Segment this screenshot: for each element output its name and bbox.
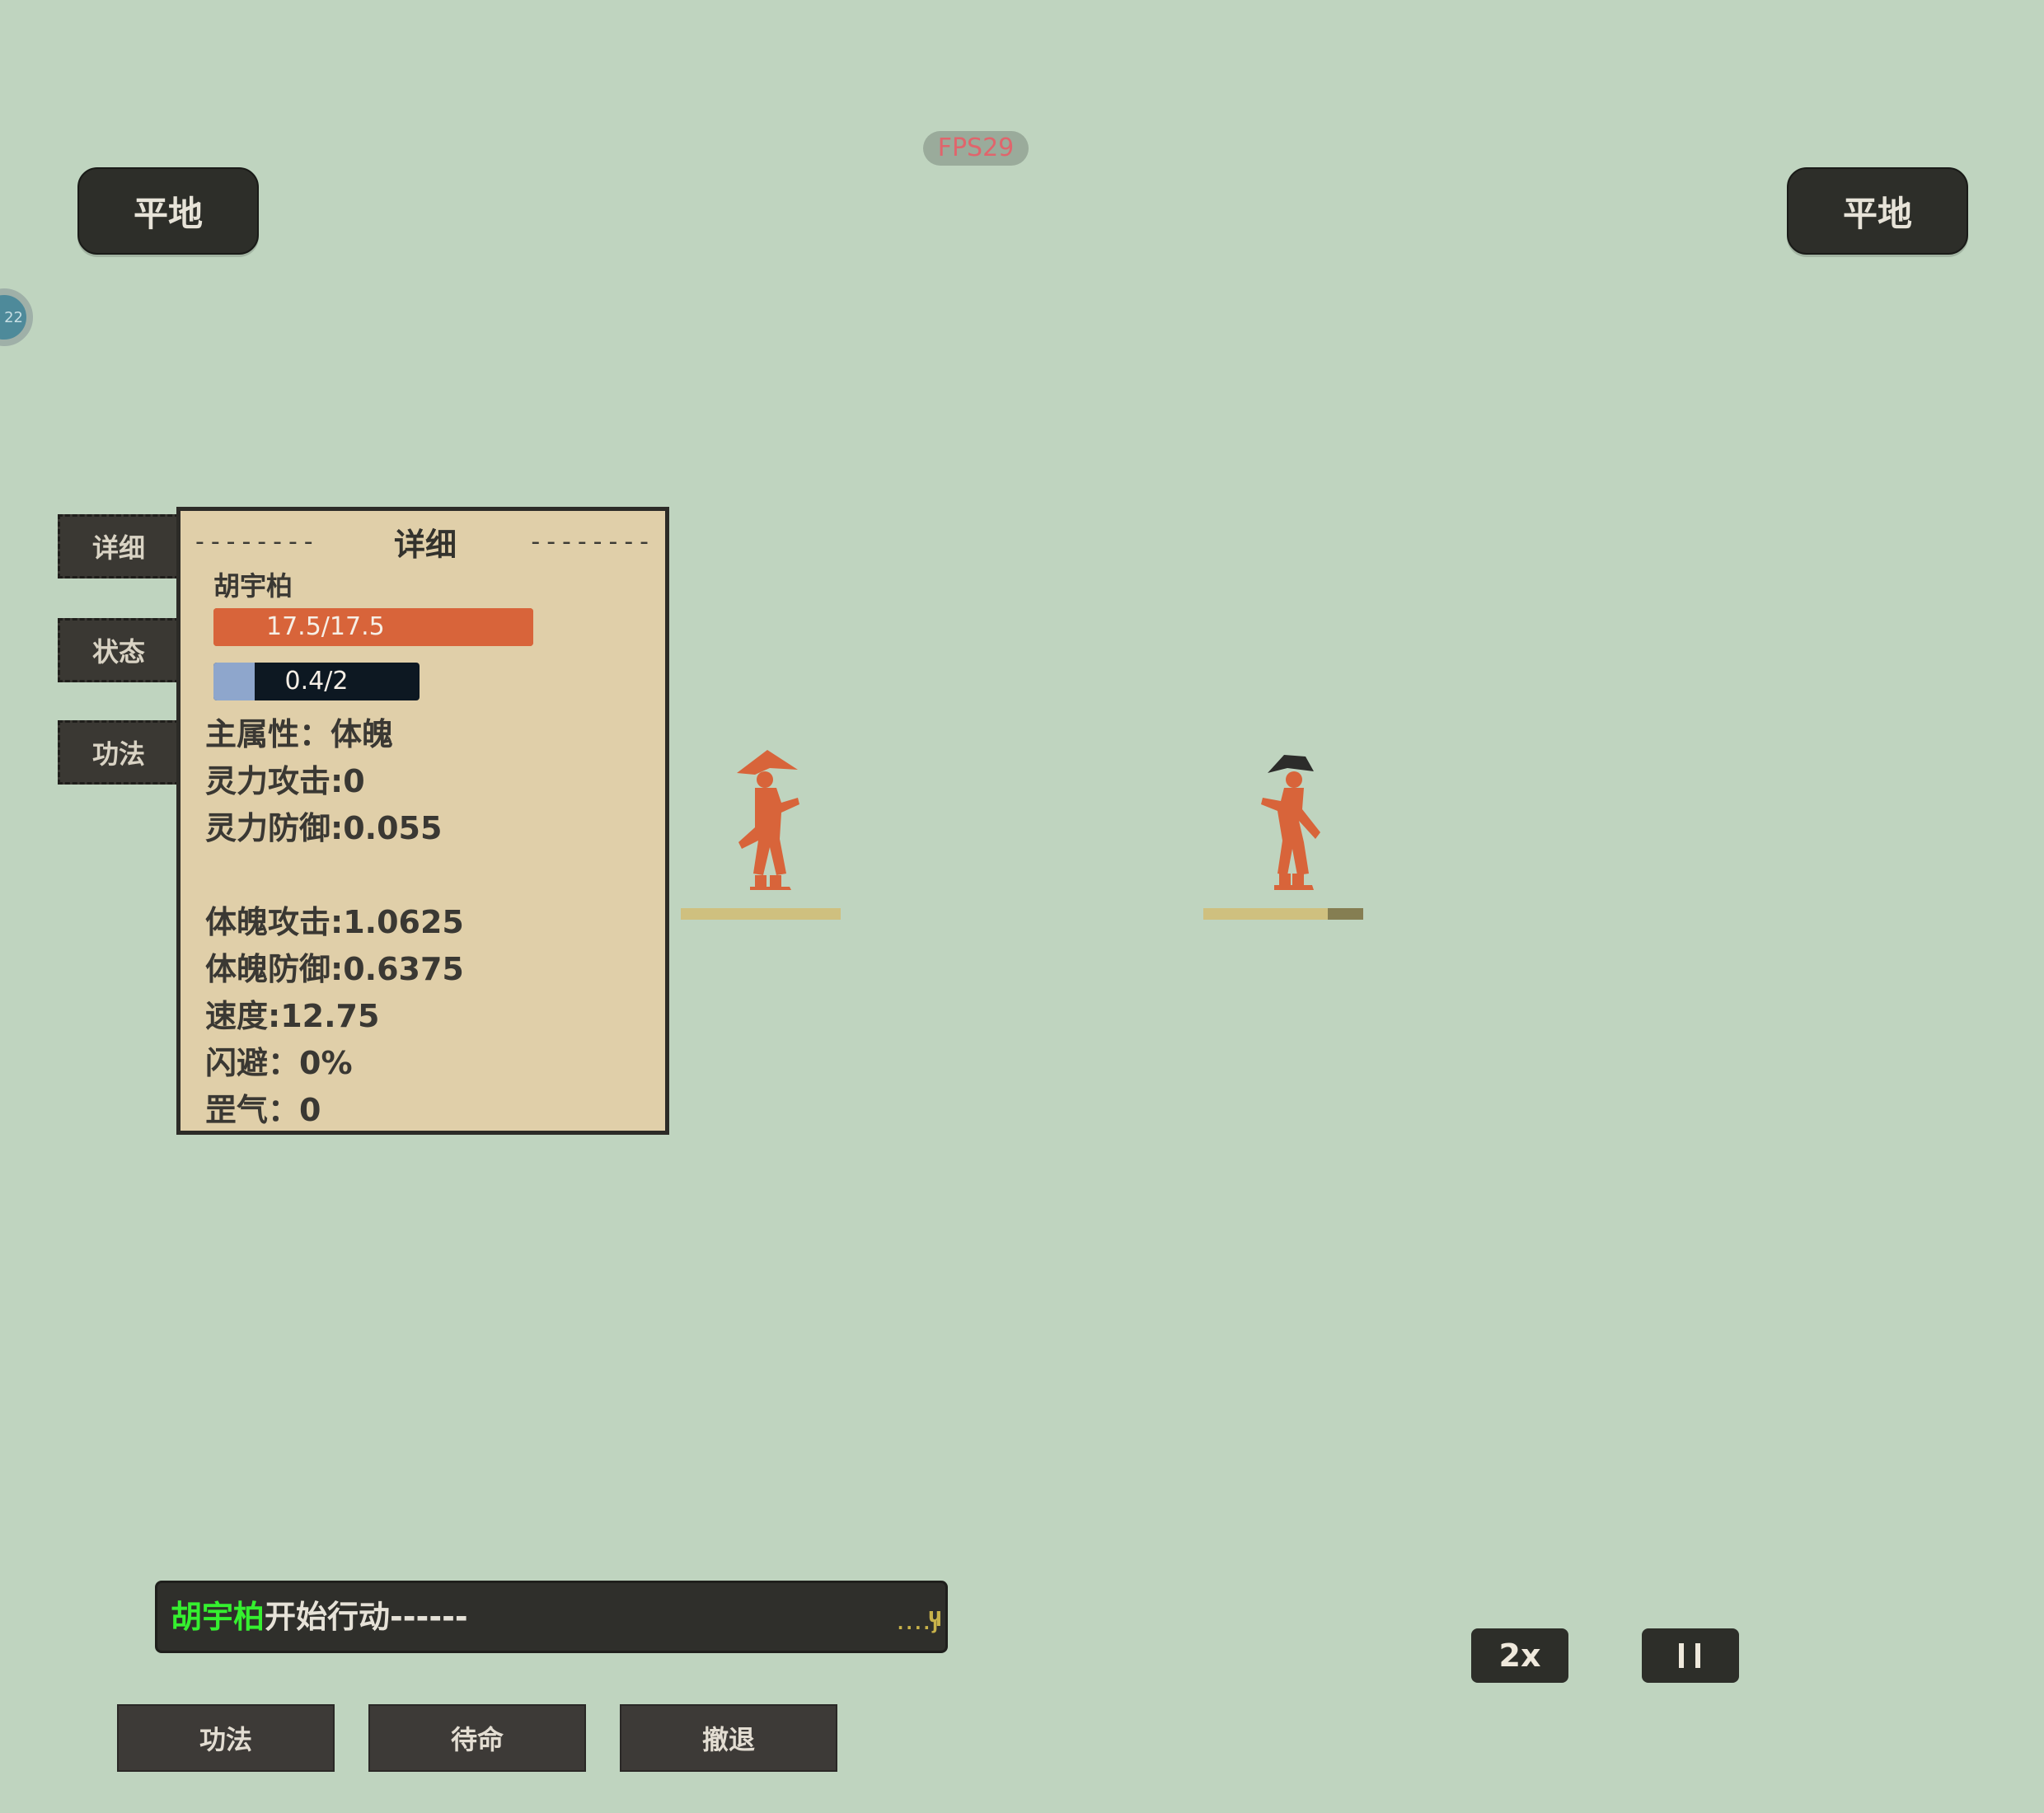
detail-panel: -------- 详细 -------- 胡宇柏 17.5/17.5 0.4/2…	[176, 507, 669, 1135]
stat-gang-qi: 罡气：0	[205, 1092, 321, 1128]
hp-bar: 17.5/17.5	[213, 608, 533, 646]
stat-spirit-defense: 灵力防御:0.055	[205, 810, 443, 846]
stat-spirit-attack: 灵力攻击:0	[205, 763, 365, 799]
player-warrior-icon[interactable]	[722, 748, 813, 895]
stat-main-attribute: 主属性：体魄	[205, 716, 394, 752]
stat-speed: 速度:12.75	[205, 998, 380, 1034]
combat-log: 胡宇柏开始行动------ ɥ ....ȷ	[155, 1581, 948, 1653]
log-actor-name: 胡宇柏	[171, 1599, 265, 1635]
tab-detail[interactable]: 详细	[58, 514, 180, 579]
enemy-bar-empty	[1328, 908, 1363, 920]
mp-text: 0.4/2	[284, 667, 349, 696]
panel-header: -------- 详细 --------	[195, 521, 655, 563]
header-divider-left: --------	[195, 527, 320, 556]
enemy-bar-fill	[1203, 908, 1329, 920]
terrain-label-left: 平地	[77, 167, 259, 255]
panel-title: 详细	[393, 526, 457, 563]
speed-button[interactable]: 2x	[1471, 1628, 1568, 1683]
stat-body-defense: 体魄防御:0.6375	[205, 951, 464, 987]
skills-button[interactable]: 功法	[117, 1704, 335, 1772]
enemy-unit-bar	[1203, 908, 1363, 920]
hp-text: 17.5/17.5	[266, 612, 385, 641]
log-message: 开始行动------	[265, 1599, 468, 1635]
fps-counter: FPS29	[923, 131, 1029, 166]
standby-button[interactable]: 待命	[368, 1704, 586, 1772]
terrain-label-right: 平地	[1787, 167, 1968, 255]
retreat-button[interactable]: 撤退	[620, 1704, 837, 1772]
mp-bar: 0.4/2	[213, 663, 420, 700]
character-name: 胡宇柏	[213, 570, 293, 602]
round-indicator[interactable]: 22	[0, 288, 33, 346]
pause-button[interactable]	[1642, 1628, 1739, 1683]
stat-body-attack: 体魄攻击:1.0625	[205, 904, 464, 940]
header-divider-right: --------	[531, 527, 655, 556]
stat-dodge: 闪避：0%	[205, 1045, 353, 1081]
pause-icon	[1679, 1643, 1700, 1668]
tab-status[interactable]: 状态	[58, 618, 180, 682]
player-bar-fill	[681, 908, 841, 920]
player-unit-bar	[681, 908, 841, 920]
tab-skills[interactable]: 功法	[58, 720, 180, 785]
log-bottom-ornament-icon: ....ȷ	[897, 1614, 940, 1633]
enemy-warrior-icon[interactable]	[1245, 750, 1335, 895]
